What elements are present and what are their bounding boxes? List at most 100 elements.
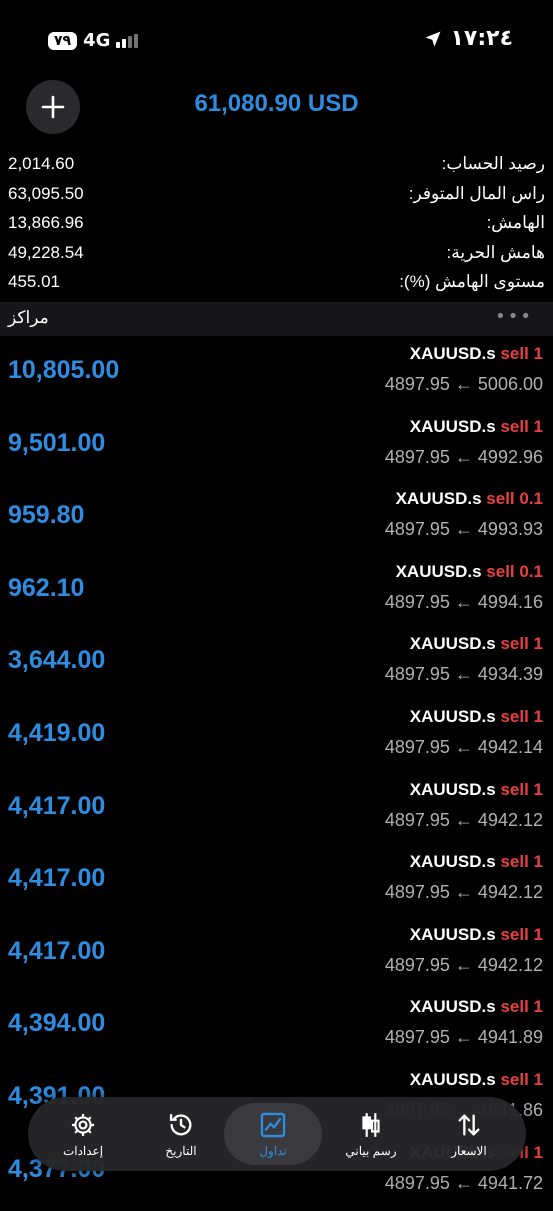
position-prices: 4897.95 ← 5006.00 bbox=[385, 374, 543, 395]
tab-history[interactable]: التاريخ bbox=[132, 1103, 230, 1165]
position-current-price: 4897.95 bbox=[384, 736, 450, 757]
position-row[interactable]: 4,417.00 XAUUSD.s sell 1 4897.95 ← 4942.12 bbox=[0, 776, 553, 849]
position-row[interactable]: 10,805.00 XAUUSD.s sell 1 4897.95 ← 5006.0… bbox=[0, 340, 553, 413]
header: 61,080.90 USD bbox=[0, 78, 553, 134]
tab-label: تداول bbox=[259, 1144, 287, 1158]
position-side: sell 1 bbox=[500, 1069, 543, 1089]
tab-label: إعدادات bbox=[62, 1144, 104, 1158]
positions-section-header: مراكز ••• bbox=[0, 302, 553, 336]
location-arrow-icon bbox=[425, 31, 441, 46]
position-symbol: XAUUSD.s bbox=[409, 416, 496, 436]
position-open-price: 4994.16 bbox=[477, 591, 543, 612]
position-side: sell 1 bbox=[500, 997, 543, 1017]
position-current-price: 4897.95 bbox=[384, 519, 450, 540]
position-profit: 4,417.00 bbox=[8, 791, 106, 820]
position-profit: 4,417.00 bbox=[8, 864, 106, 893]
battery-indicator: ٧٩ bbox=[48, 31, 78, 50]
tab-candlestick[interactable]: رسم بياني bbox=[322, 1103, 420, 1165]
summary-label: مستوى الهامش (%): bbox=[399, 272, 545, 291]
position-profit: 9,501.00 bbox=[8, 428, 106, 457]
position-current-price: 4897.95 bbox=[384, 1172, 450, 1193]
position-prices: 4897.95 ← 4942.14 bbox=[385, 737, 543, 758]
position-open-price: 4934.39 bbox=[477, 664, 543, 685]
position-open-price: 4941.89 bbox=[477, 1027, 543, 1048]
position-header: XAUUSD.s sell 1 bbox=[410, 925, 543, 945]
tab-arrows-updown[interactable]: الاسعار bbox=[420, 1103, 518, 1165]
left-arrow-icon: ← bbox=[454, 809, 473, 830]
position-prices: 4897.95 ← 4942.12 bbox=[385, 955, 543, 976]
position-open-price: 4942.12 bbox=[477, 809, 543, 830]
position-current-price: 4897.95 bbox=[384, 446, 450, 467]
position-symbol: XAUUSD.s bbox=[395, 561, 482, 581]
tab-label: التاريخ bbox=[165, 1144, 197, 1158]
position-prices: 4897.95 ← 4941.89 bbox=[385, 1027, 543, 1048]
position-header: XAUUSD.s sell 1 bbox=[410, 707, 543, 727]
summary-row: 13,866.96 الهامش: bbox=[0, 211, 553, 241]
position-symbol: XAUUSD.s bbox=[409, 852, 496, 872]
summary-value: 13,866.96 bbox=[8, 213, 84, 232]
left-arrow-icon: ← bbox=[454, 1027, 473, 1048]
position-header: XAUUSD.s sell 1 bbox=[410, 634, 543, 654]
summary-row: 49,228.54 هامش الحرية: bbox=[0, 241, 553, 271]
position-header: XAUUSD.s sell 1 bbox=[410, 780, 543, 800]
left-arrow-icon: ← bbox=[454, 591, 473, 612]
position-row[interactable]: 9,501.00 XAUUSD.s sell 1 4897.95 ← 4992.96 bbox=[0, 413, 553, 486]
left-arrow-icon: ← bbox=[454, 374, 473, 394]
position-symbol: XAUUSD.s bbox=[409, 924, 496, 944]
position-prices: 4897.95 ← 4993.93 bbox=[385, 519, 543, 540]
position-profit: 3,644.00 bbox=[8, 646, 106, 675]
position-row[interactable]: 4,417.00 XAUUSD.s sell 1 4897.95 ← 4942.12 bbox=[0, 921, 553, 994]
history-icon bbox=[167, 1110, 195, 1140]
trade-chart-icon bbox=[259, 1110, 287, 1140]
left-arrow-icon: ← bbox=[454, 664, 473, 685]
position-row[interactable]: 959.80 XAUUSD.s sell 0.1 4897.95 ← 4993.93 bbox=[0, 485, 553, 558]
tab-label: رسم بياني bbox=[345, 1144, 397, 1158]
position-current-price: 4897.95 bbox=[384, 882, 450, 903]
left-arrow-icon: ← bbox=[454, 1172, 473, 1193]
position-row[interactable]: 4,419.00 XAUUSD.s sell 1 4897.95 ← 4942.14 bbox=[0, 703, 553, 776]
position-header: XAUUSD.s sell 1 bbox=[410, 1070, 543, 1090]
position-row[interactable]: 3,644.00 XAUUSD.s sell 1 4897.95 ← 4934.39 bbox=[0, 630, 553, 703]
position-header: XAUUSD.s sell 1 bbox=[410, 417, 543, 437]
position-row[interactable]: 962.10 XAUUSD.s sell 0.1 4897.95 ← 4994.16 bbox=[0, 558, 553, 631]
more-options-icon[interactable]: ••• bbox=[495, 306, 533, 327]
position-open-price: 4992.96 bbox=[477, 446, 543, 467]
position-prices: 4897.95 ← 4992.96 bbox=[385, 447, 543, 468]
arrows-updown-icon bbox=[455, 1110, 483, 1140]
section-title: مراكز bbox=[8, 308, 49, 327]
summary-row: 455.01 مستوى الهامش (%): bbox=[0, 270, 553, 300]
position-row[interactable]: 4,394.00 XAUUSD.s sell 1 4897.95 ← 4941.89 bbox=[0, 993, 553, 1066]
signal-icon bbox=[116, 33, 139, 48]
position-prices: 4897.95 ← 4942.12 bbox=[385, 810, 543, 831]
tab-trade-chart[interactable]: تداول bbox=[224, 1103, 322, 1165]
position-side: sell 1 bbox=[500, 634, 543, 654]
position-row[interactable]: 4,417.00 XAUUSD.s sell 1 4897.95 ← 4942.12 bbox=[0, 848, 553, 921]
position-profit: 4,419.00 bbox=[8, 718, 106, 747]
summary-label: راس المال المتوفر: bbox=[408, 183, 545, 203]
position-symbol: XAUUSD.s bbox=[409, 634, 496, 654]
position-open-price: 5006.00 bbox=[477, 374, 543, 394]
left-arrow-icon: ← bbox=[454, 519, 473, 540]
position-side: sell 0.1 bbox=[486, 489, 543, 509]
position-side: sell 1 bbox=[500, 344, 543, 363]
network-label: 4G bbox=[83, 30, 111, 51]
summary-label: هامش الحرية: bbox=[446, 242, 545, 262]
tab-label: الاسعار bbox=[451, 1144, 487, 1158]
left-arrow-icon: ← bbox=[454, 446, 473, 467]
position-symbol: XAUUSD.s bbox=[409, 344, 496, 363]
position-symbol: XAUUSD.s bbox=[409, 997, 496, 1017]
position-profit: 10,805.00 bbox=[8, 356, 120, 384]
position-profit: 4,394.00 bbox=[8, 1009, 106, 1038]
position-open-price: 4942.12 bbox=[477, 954, 543, 975]
position-open-price: 4993.93 bbox=[477, 519, 543, 540]
summary-label: الهامش: bbox=[486, 213, 545, 232]
gear-icon bbox=[70, 1110, 96, 1140]
tab-gear[interactable]: إعدادات bbox=[34, 1103, 132, 1165]
position-header: XAUUSD.s sell 1 bbox=[410, 852, 543, 872]
position-profit: 959.80 bbox=[8, 501, 85, 530]
status-time: ١٧:٢٤ bbox=[450, 26, 513, 51]
summary-row: 63,095.50 راس المال المتوفر: bbox=[0, 182, 553, 212]
position-current-price: 4897.95 bbox=[384, 374, 450, 394]
position-side: sell 1 bbox=[500, 779, 543, 799]
left-arrow-icon: ← bbox=[454, 954, 473, 975]
